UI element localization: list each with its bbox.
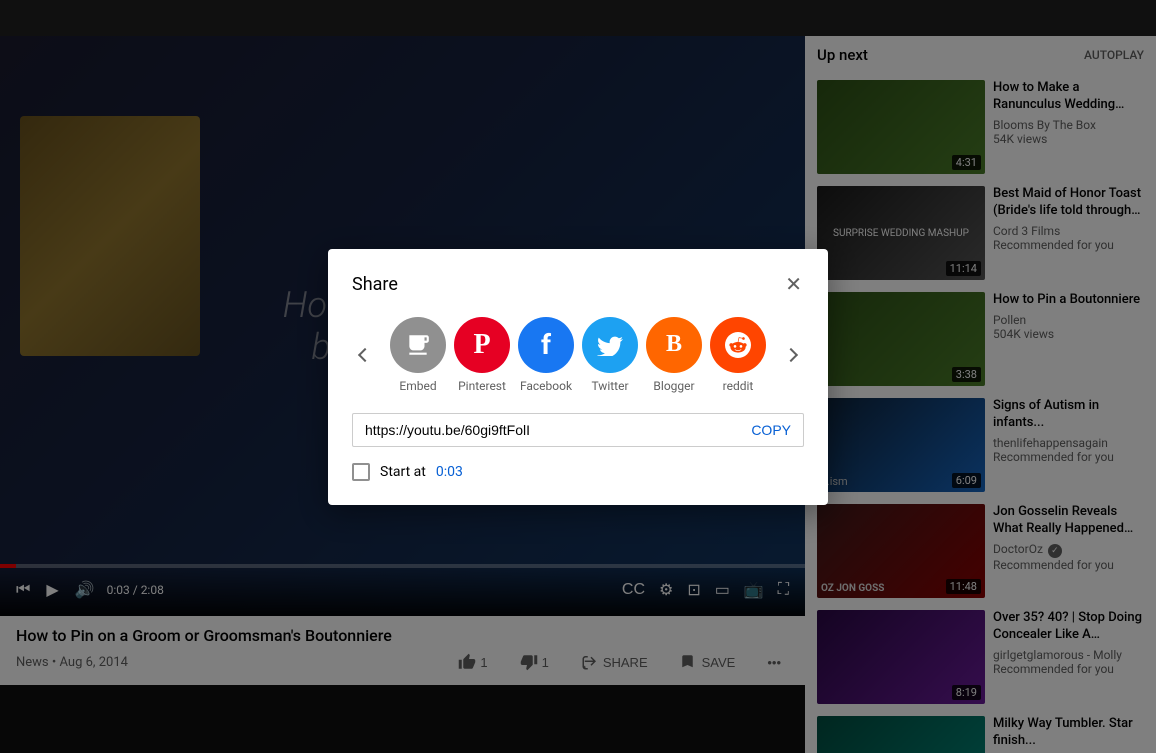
facebook-label: Facebook [520,379,572,393]
share-url-input[interactable] [365,422,751,438]
chevron-right-icon [784,347,798,361]
blogger-label: Blogger [653,379,694,393]
blogger-circle: B [646,317,702,373]
share-icons: Embed P Pinterest f Facebook Twitter [352,317,804,393]
share-icon-list: Embed P Pinterest f Facebook Twitter [378,317,778,393]
pinterest-circle: P [454,317,510,373]
share-icon-blogger[interactable]: B Blogger [646,317,702,393]
embed-circle [390,317,446,373]
pinterest-label: Pinterest [458,379,506,393]
share-icon-reddit[interactable]: reddit [710,317,766,393]
share-modal: Share ✕ Embed P Pinterest f [328,249,828,505]
modal-overlay[interactable]: Share ✕ Embed P Pinterest f [0,0,1156,753]
share-nav-prev[interactable] [352,342,378,368]
share-icon-embed[interactable]: Embed [390,317,446,393]
start-at-checkbox[interactable] [352,463,370,481]
reddit-icon [725,332,751,358]
share-icon-twitter[interactable]: Twitter [582,317,638,393]
twitter-circle [582,317,638,373]
twitter-bird-icon [597,334,623,356]
copy-button[interactable]: COPY [751,422,791,438]
share-icon-pinterest[interactable]: P Pinterest [454,317,510,393]
chevron-left-icon [358,347,372,361]
reddit-label: reddit [723,379,754,393]
embed-label: Embed [399,379,436,393]
start-at-row: Start at 0:03 [352,463,804,481]
embed-icon [405,332,431,358]
reddit-circle [710,317,766,373]
start-at-time[interactable]: 0:03 [436,464,463,480]
share-title: Share [352,274,398,295]
close-button[interactable]: ✕ [783,273,804,297]
twitter-label: Twitter [591,379,628,393]
share-url-row: COPY [352,413,804,447]
share-nav-next[interactable] [778,342,804,368]
facebook-circle: f [518,317,574,373]
share-header: Share ✕ [352,273,804,297]
share-icon-facebook[interactable]: f Facebook [518,317,574,393]
start-at-label: Start at [380,464,426,480]
